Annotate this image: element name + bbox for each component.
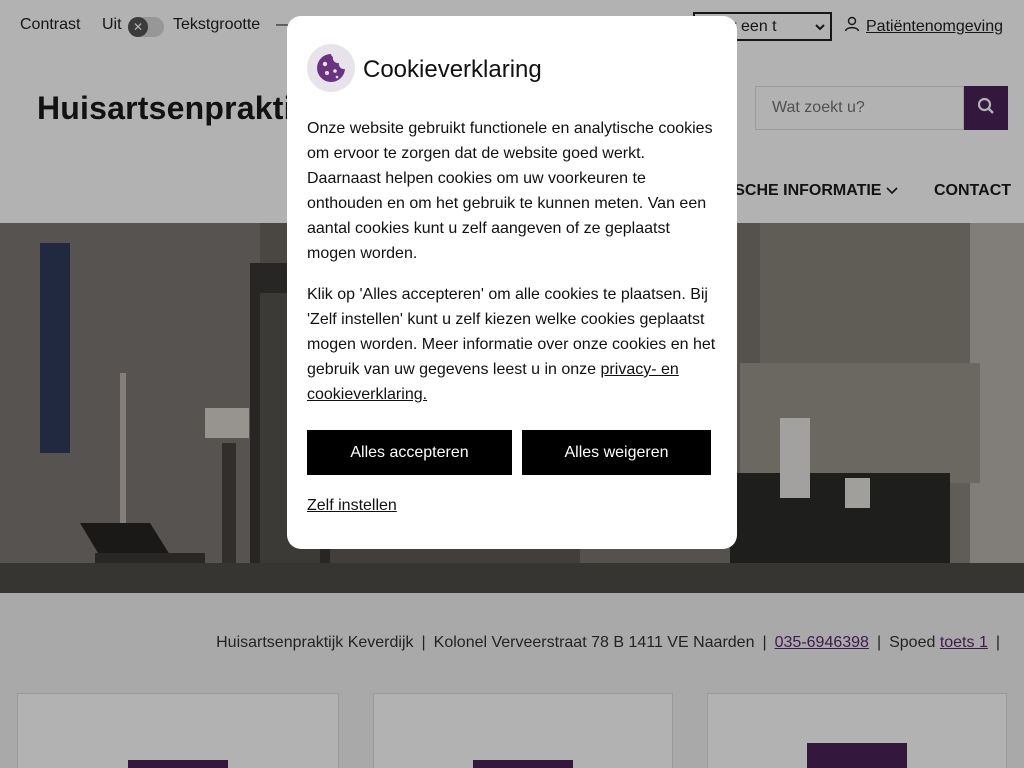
cookie-icon [307, 44, 355, 92]
dialog-info-text: Klik op 'Alles accepteren' om alle cooki… [307, 282, 719, 407]
dialog-title: Cookieverklaring [363, 56, 542, 83]
dialog-intro-text: Onze website gebruikt functionele en ana… [307, 120, 713, 262]
reject-all-button[interactable]: Alles weigeren [522, 430, 711, 475]
accept-all-button[interactable]: Alles accepteren [307, 430, 512, 475]
customize-cookies-link[interactable]: Zelf instellen [307, 497, 397, 515]
cookie-dialog: Cookieverklaring Onze website gebruikt f… [287, 16, 737, 549]
